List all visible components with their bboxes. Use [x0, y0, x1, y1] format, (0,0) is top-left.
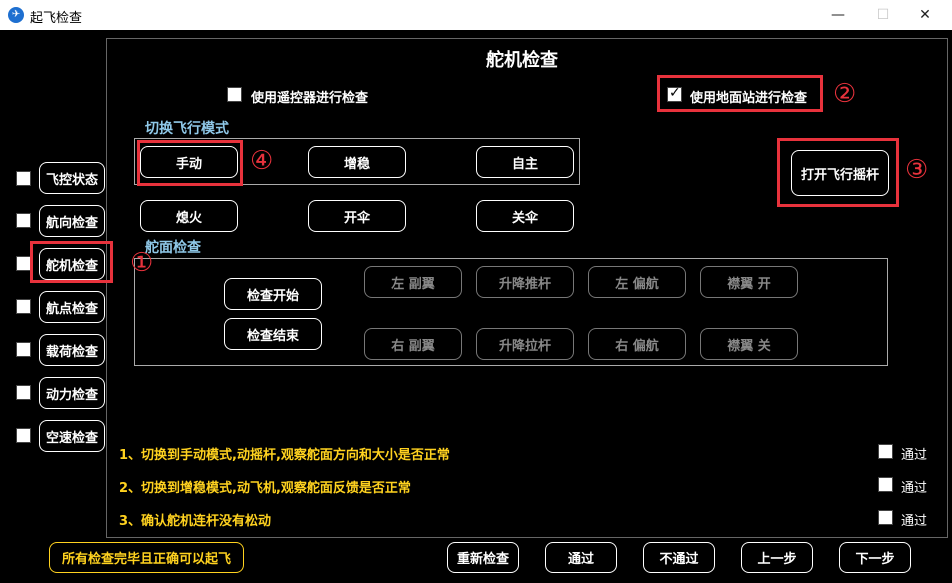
pass-label-2: 通过	[901, 481, 928, 496]
recheck-button[interactable]: 重新检查	[447, 542, 519, 573]
flap-close-button[interactable]: 襟翼 关	[700, 328, 798, 360]
remote-control-label: 使用遥控器进行检查	[251, 91, 369, 106]
stabilize-mode-button[interactable]: 增稳	[308, 146, 406, 178]
all-checks-done-banner: 所有检查完毕且正确可以起飞	[49, 542, 244, 573]
instruction-3: 3、确认舵机连杆没有松动	[119, 514, 272, 529]
right-aileron-button[interactable]: 右 副翼	[364, 328, 462, 360]
annotation-number-2: ②	[833, 79, 857, 109]
engine-kill-button[interactable]: 熄火	[140, 200, 238, 232]
page-title: 舵机检查	[486, 50, 558, 71]
auto-mode-button[interactable]: 自主	[476, 146, 574, 178]
window-title: 起飞检查	[30, 11, 83, 26]
open-parachute-button[interactable]: 开伞	[308, 200, 406, 232]
check-end-button[interactable]: 检查结束	[224, 318, 322, 350]
left-aileron-button[interactable]: 左 副翼	[364, 266, 462, 298]
sidebar-item-flight-control[interactable]: 飞控状态	[39, 162, 105, 194]
annotation-number-1: ①	[130, 248, 154, 278]
sidebar-item-waypoint[interactable]: 航点检查	[39, 291, 105, 323]
close-button[interactable]: ✕	[915, 6, 935, 24]
pass-checkbox-3[interactable]	[878, 510, 893, 525]
annotation-box-1	[30, 241, 113, 283]
next-step-button[interactable]: 下一步	[839, 542, 911, 573]
sidebar-checkbox-servo[interactable]	[16, 256, 31, 271]
instruction-1: 1、切换到手动模式,动摇杆,观察舵面方向和大小是否正常	[119, 448, 450, 463]
app-icon: ✈	[8, 7, 24, 23]
minimize-button[interactable]: —	[828, 6, 848, 24]
pass-checkbox-1[interactable]	[878, 444, 893, 459]
annotation-number-4: ④	[250, 146, 274, 176]
sidebar-checkbox-power[interactable]	[16, 385, 31, 400]
fail-button[interactable]: 不通过	[643, 542, 715, 573]
annotation-box-3	[777, 138, 899, 207]
annotation-box-4	[137, 140, 243, 186]
title-bar: ✈ 起飞检查 — ☐ ✕	[0, 0, 952, 30]
sidebar-checkbox-waypoint[interactable]	[16, 299, 31, 314]
pass-button[interactable]: 通过	[545, 542, 617, 573]
sidebar-checkbox-flight-control[interactable]	[16, 171, 31, 186]
annotation-number-3: ③	[905, 155, 929, 185]
left-yaw-button[interactable]: 左 偏航	[588, 266, 686, 298]
sidebar-item-payload[interactable]: 载荷检查	[39, 334, 105, 366]
remote-control-checkbox[interactable]	[227, 87, 242, 102]
flight-mode-group-label: 切换飞行模式	[145, 121, 229, 137]
pass-label-1: 通过	[901, 448, 928, 463]
annotation-box-2	[657, 75, 823, 112]
prev-step-button[interactable]: 上一步	[741, 542, 813, 573]
close-parachute-button[interactable]: 关伞	[476, 200, 574, 232]
instruction-2: 2、切换到增稳模式,动飞机,观察舵面反馈是否正常	[119, 481, 411, 496]
pass-checkbox-2[interactable]	[878, 477, 893, 492]
pass-label-3: 通过	[901, 514, 928, 529]
sidebar-checkbox-heading[interactable]	[16, 213, 31, 228]
sidebar-checkbox-airspeed[interactable]	[16, 428, 31, 443]
sidebar-item-airspeed[interactable]: 空速检查	[39, 420, 105, 452]
flap-open-button[interactable]: 襟翼 开	[700, 266, 798, 298]
sidebar-checkbox-payload[interactable]	[16, 342, 31, 357]
elevator-pull-button[interactable]: 升降拉杆	[476, 328, 574, 360]
surface-group-label: 舵面检查	[145, 240, 201, 256]
sidebar-item-power[interactable]: 动力检查	[39, 377, 105, 409]
sidebar-item-heading[interactable]: 航向检查	[39, 205, 105, 237]
check-start-button[interactable]: 检查开始	[224, 278, 322, 310]
right-yaw-button[interactable]: 右 偏航	[588, 328, 686, 360]
elevator-push-button[interactable]: 升降推杆	[476, 266, 574, 298]
maximize-button[interactable]: ☐	[873, 6, 893, 24]
